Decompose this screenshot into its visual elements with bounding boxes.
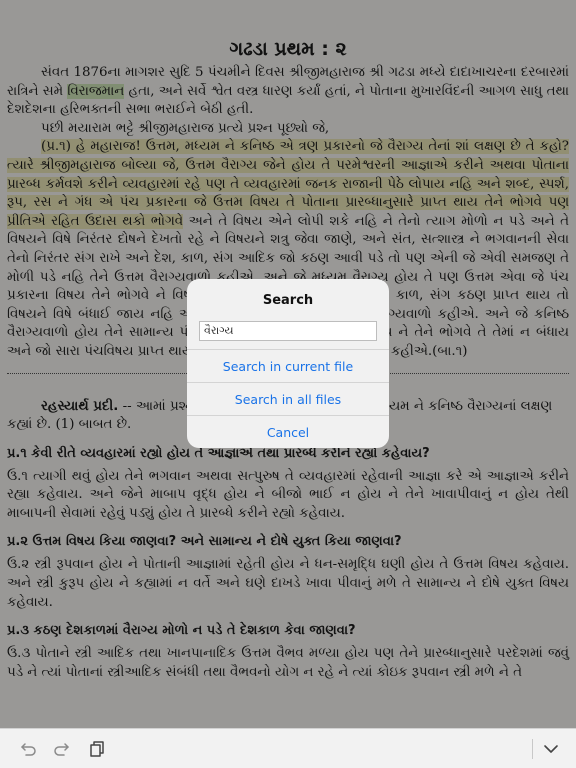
- cancel-button[interactable]: Cancel: [187, 415, 389, 448]
- chevron-down-icon[interactable]: [541, 739, 561, 759]
- search-dialog-title: Search: [262, 293, 314, 308]
- redo-icon[interactable]: [52, 739, 72, 759]
- search-current-file-button[interactable]: Search in current file: [187, 349, 389, 382]
- bottom-toolbar: [0, 728, 576, 768]
- search-input[interactable]: વૈરાગ્ય: [199, 321, 377, 341]
- toolbar-separator: [532, 739, 533, 759]
- undo-icon[interactable]: [18, 739, 38, 759]
- search-dialog: Search વૈરાગ્ય Search in current file Se…: [187, 279, 389, 448]
- search-all-files-button[interactable]: Search in all files: [187, 382, 389, 415]
- copy-icon[interactable]: [87, 739, 107, 759]
